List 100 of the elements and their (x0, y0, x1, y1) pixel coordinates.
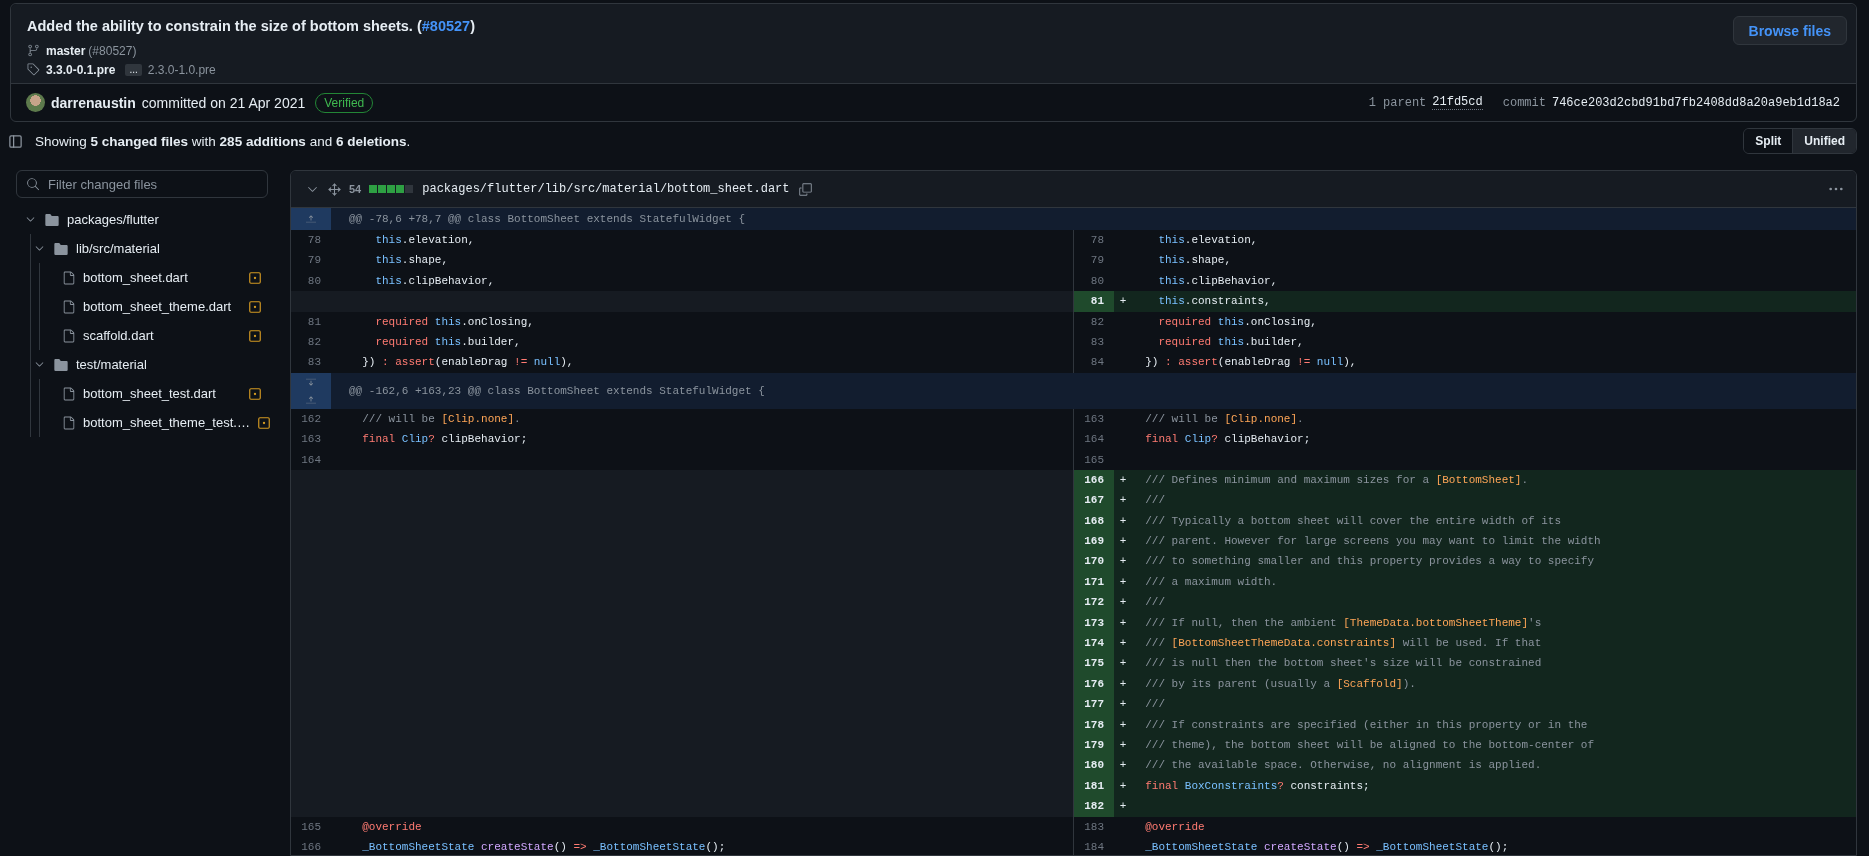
code-line: /// by its parent (usually a [Scaffold]). (1144, 676, 1416, 692)
code-line: /// will be [Clip.none]. (1144, 411, 1304, 427)
code-line: required this.onClosing, (374, 314, 534, 330)
file-item[interactable]: bottom_sheet.dart (40, 263, 268, 292)
move-icon[interactable] (328, 182, 341, 196)
line-number: 179 (1074, 735, 1114, 756)
diff-marker: + (1118, 758, 1128, 774)
diff-marker: + (1118, 595, 1128, 611)
line-number: 177 (1074, 694, 1114, 715)
file-item[interactable]: bottom_sheet_theme_test.… (40, 408, 268, 437)
code-line: required this.builder, (374, 334, 521, 350)
diff-marker: + (1118, 676, 1128, 692)
commit-title: Added the ability to constrain the size of bottom sheets. (#80527) (27, 17, 475, 36)
copy-icon[interactable] (797, 181, 813, 197)
line-number: 163 (300, 432, 322, 448)
code-line: _BottomSheetState createState() => _BottomSheetState(); (1144, 839, 1509, 855)
more-tags-button[interactable]: ... (125, 63, 142, 76)
author-name[interactable]: darrenaustin (51, 94, 136, 111)
diff-marker: + (1118, 799, 1128, 815)
line-number: 171 (1074, 571, 1114, 593)
folder-item[interactable]: test/material (31, 350, 268, 379)
code-line: required this.builder, (1157, 334, 1304, 350)
code-line: /// parent. However for large screens you may want to limit the width (1144, 534, 1601, 550)
code-line: final Clip? clipBehavior; (1144, 432, 1311, 448)
line-number: 79 (306, 253, 322, 269)
code-line: this.constraints, (1157, 294, 1271, 310)
commit-date: committed on 21 Apr 2021 (141, 94, 306, 111)
line-number: 80 (1089, 273, 1105, 289)
code-line: required this.onClosing, (1157, 314, 1317, 330)
browse-files-button[interactable]: Browse files (1732, 16, 1847, 45)
line-number: 178 (1074, 714, 1114, 735)
folder-name: lib/src/material (76, 241, 161, 256)
file-name: bottom_sheet_theme_test.… (83, 415, 250, 430)
diff-marker: + (1118, 493, 1128, 509)
code-line: this.elevation, (374, 233, 475, 248)
hunk-text: @@ -78,6 +78,7 @@ class BottomSheet extends StatefulWidget { (348, 213, 746, 225)
diff-summary: Showing 5 changed files with 285 additions and 6 deletions. (35, 133, 412, 149)
tag-name[interactable]: 2.3.0-1.0.pre (147, 62, 216, 77)
line-number: 165 (300, 819, 322, 835)
file-name: bottom_sheet_test.dart (83, 386, 217, 401)
code-line: this.shape, (1157, 253, 1232, 269)
diff-marker: + (1118, 615, 1128, 631)
diff-marker: + (1118, 697, 1128, 713)
line-number: 181 (1074, 775, 1114, 797)
line-number: 162 (300, 411, 322, 427)
diff-marker: + (1118, 513, 1128, 529)
file-name: bottom_sheet_theme.dart (83, 299, 233, 314)
folder-name: packages/flutter (67, 212, 160, 227)
line-number: 169 (1074, 531, 1114, 552)
code-line: @override (361, 819, 422, 835)
view-toggle[interactable]: Unified (1792, 129, 1856, 153)
parent-sha-link[interactable]: 21fd5cd (1432, 95, 1483, 110)
file-item[interactable]: bottom_sheet_test.dart (40, 379, 268, 408)
search-icon (26, 177, 40, 191)
file-path[interactable]: packages/flutter/lib/src/material/bottom_sheet.dart (422, 182, 790, 196)
code-line: final BoxConstraints? constraints; (1144, 778, 1370, 794)
tag-name[interactable]: 3.3.0-0.1.pre (46, 62, 116, 77)
line-number: 164 (1083, 432, 1105, 448)
line-number: 174 (1074, 633, 1114, 654)
line-number: 170 (1074, 551, 1114, 572)
code-line: /// (1144, 493, 1165, 509)
file-icon (62, 270, 76, 285)
sidebar-toggle-icon[interactable] (8, 133, 23, 149)
pr-link[interactable]: #80527 (421, 18, 471, 34)
line-number: 168 (1074, 510, 1114, 532)
filter-field[interactable]: Filter changed files (16, 170, 268, 198)
hunk-text: @@ -162,6 +163,23 @@ class BottomSheet extends StatefulWidget { (348, 384, 765, 397)
diff-marker: + (1118, 717, 1128, 733)
folder-icon (53, 356, 69, 373)
code-line: /// the available space. Otherwise, no alignment is applied. (1144, 758, 1542, 774)
file-item[interactable]: scaffold.dart (40, 321, 268, 350)
pr-reference: (#80527) (88, 43, 137, 58)
code-line: /// [BottomSheetThemeData.constraints] will be used. If that (1144, 636, 1542, 652)
line-number: 82 (1089, 314, 1105, 330)
diff-marker: + (1118, 534, 1128, 550)
code-line: this.clipBehavior, (374, 273, 495, 289)
code-line: /// Typically a bottom sheet will cover the entire width of its (1144, 513, 1562, 529)
branch-name[interactable]: master (46, 43, 86, 58)
code-line: this.shape, (374, 253, 449, 269)
diff-marker: + (1118, 574, 1128, 590)
line-number: 172 (1074, 592, 1114, 613)
code-line: /// will be [Clip.none]. (361, 411, 521, 427)
file-item[interactable]: bottom_sheet_theme.dart (40, 292, 268, 321)
file-icon (62, 328, 76, 343)
folder-item[interactable]: lib/src/material (31, 234, 268, 263)
file-icon (62, 415, 76, 430)
code-line: /// theme), the bottom sheet will be aligned to the bottom-center of (1144, 738, 1595, 753)
code-line: /// If null, then the ambient [ThemeData.bottomSheetTheme]'s (1144, 615, 1542, 631)
diff-marker: + (1118, 738, 1128, 753)
line-number: 176 (1074, 673, 1114, 695)
line-number: 166 (300, 839, 322, 855)
diff-marker: + (1118, 656, 1128, 672)
file-icon (62, 299, 76, 314)
file-name: scaffold.dart (83, 328, 155, 343)
commit-label: commit (1502, 95, 1546, 110)
folder-item[interactable]: packages/flutter (16, 205, 268, 234)
code-line: /// If constraints are specified (either in this property or in the (1144, 717, 1588, 733)
code-line: /// (1144, 697, 1165, 713)
line-number: 83 (1089, 334, 1105, 350)
avatar[interactable] (26, 93, 45, 112)
